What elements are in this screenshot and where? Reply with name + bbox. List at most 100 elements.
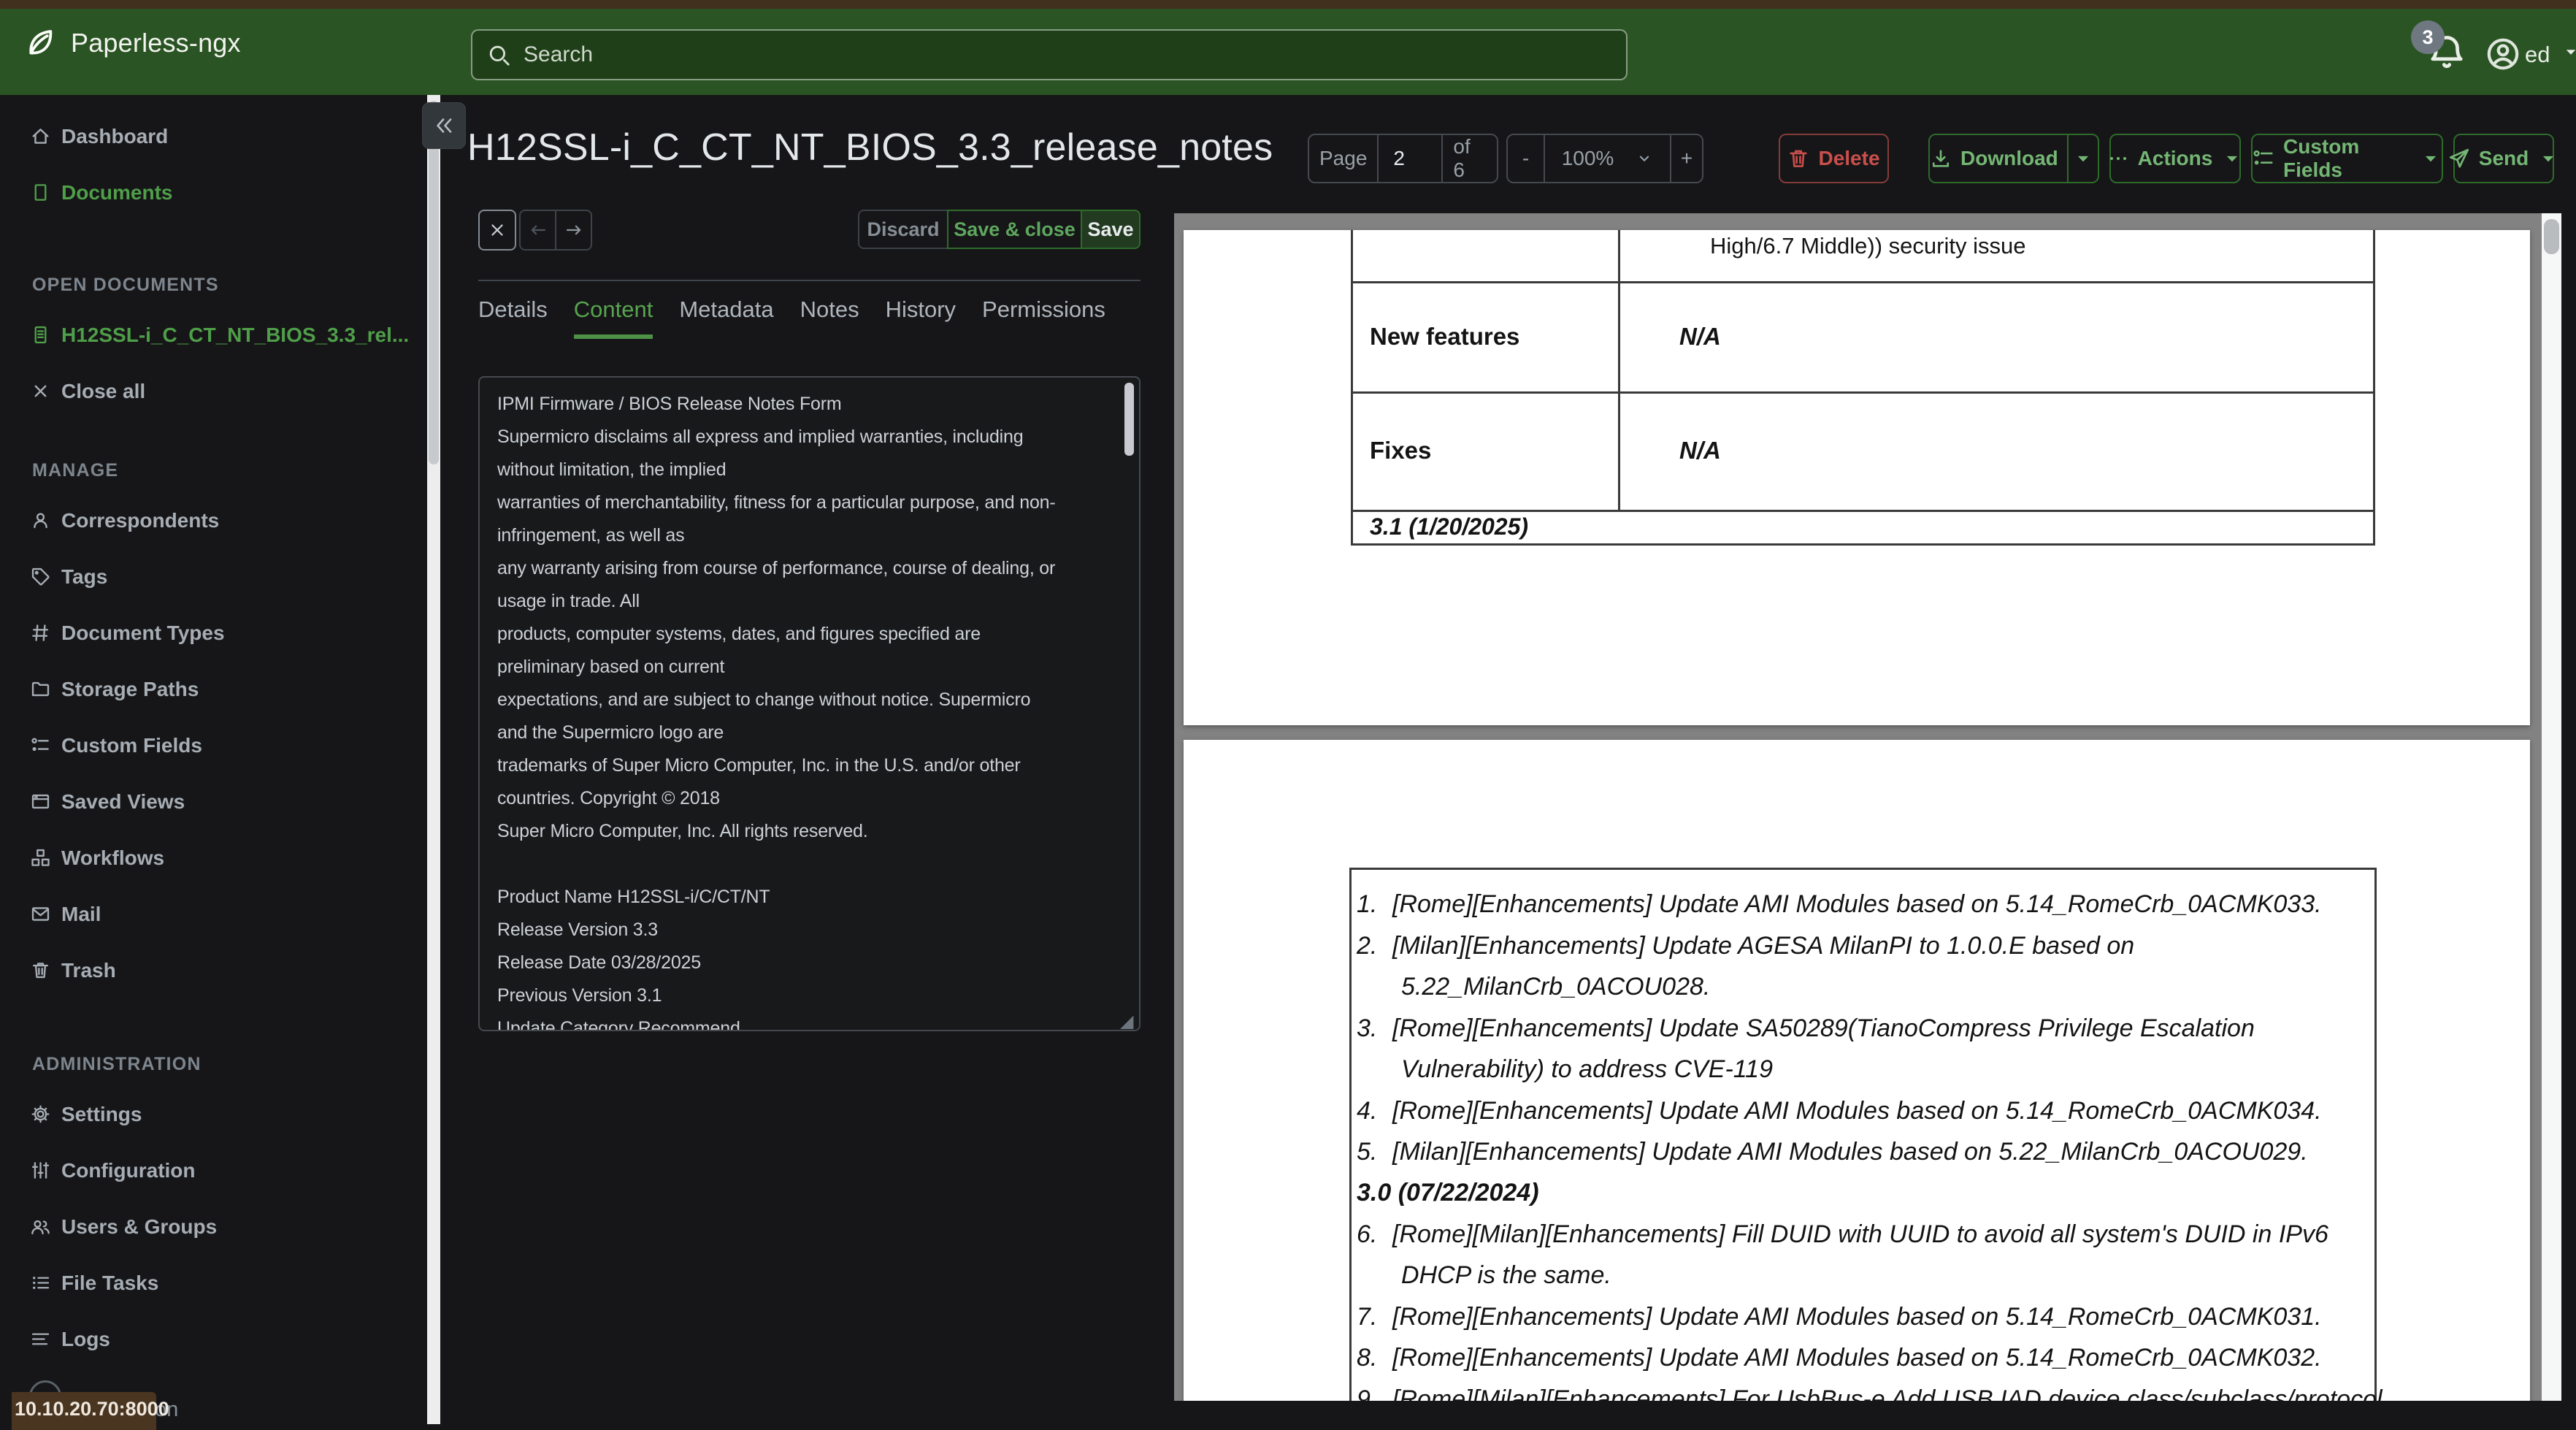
brand-name: Paperless-ngx bbox=[71, 28, 241, 58]
delete-button[interactable]: Delete bbox=[1779, 134, 1889, 183]
sidebar-item-trash[interactable]: Trash bbox=[0, 942, 426, 998]
sidebar-item-file-tasks[interactable]: File Tasks bbox=[0, 1255, 426, 1311]
save-button[interactable]: Save bbox=[1081, 210, 1141, 249]
custom-fields-icon bbox=[2253, 148, 2274, 169]
sidebar-scrollbar-thumb[interactable] bbox=[429, 101, 439, 464]
search-input[interactable] bbox=[522, 42, 1611, 68]
caret-down-icon bbox=[2072, 148, 2094, 169]
pdf-list-number: 7. bbox=[1357, 1302, 1378, 1331]
tab-metadata[interactable]: Metadata bbox=[679, 297, 773, 339]
textarea-scrollbar-thumb[interactable] bbox=[1124, 383, 1134, 456]
discard-button[interactable]: Discard bbox=[858, 210, 948, 249]
pdf-list-text: [Rome][Enhancements] Update AMI Modules … bbox=[1392, 1343, 2322, 1372]
person-icon bbox=[31, 511, 50, 530]
page-label: Page bbox=[1319, 147, 1368, 169]
user-menu-caret-icon[interactable] bbox=[2561, 42, 2576, 61]
download-main[interactable]: Download bbox=[1930, 135, 2058, 182]
tasks-icon bbox=[31, 1273, 50, 1293]
pdf-list-number: 8. bbox=[1357, 1343, 1378, 1372]
sidebar-item-label: Correspondents bbox=[61, 508, 220, 532]
send-button[interactable]: Send bbox=[2449, 134, 2554, 183]
zoom-level-select[interactable]: 100% bbox=[1544, 135, 1670, 182]
pdf-table-row-label: New features bbox=[1370, 322, 1520, 350]
sidebar-item-storage-paths[interactable]: Storage Paths bbox=[0, 661, 426, 717]
sidebar-item-workflows[interactable]: Workflows bbox=[0, 830, 426, 886]
actions-button[interactable]: Actions bbox=[2109, 134, 2241, 183]
sidebar-item-correspondents[interactable]: Correspondents bbox=[0, 492, 426, 548]
brand[interactable]: Paperless-ngx bbox=[24, 0, 241, 86]
preview-scrollbar[interactable] bbox=[2542, 213, 2561, 1401]
sidebar-item-mail[interactable]: Mail bbox=[0, 886, 426, 942]
sidebar-item-label: Trash bbox=[61, 958, 116, 982]
sidebar-item-tags[interactable]: Tags bbox=[0, 548, 426, 605]
global-search[interactable] bbox=[471, 29, 1628, 80]
pdf-list-text: [Rome][Enhancements] Update AMI Modules … bbox=[1392, 890, 2322, 918]
zoom-level-value: 100% bbox=[1561, 147, 1614, 169]
people-icon bbox=[31, 1217, 50, 1236]
fields-icon bbox=[31, 735, 50, 755]
delete-label: Delete bbox=[1818, 147, 1880, 169]
pdf-list-text: 5.22_MilanCrb_0ACOU028. bbox=[1401, 972, 1711, 1001]
previous-document-button[interactable] bbox=[521, 211, 556, 249]
download-button[interactable]: Download bbox=[1928, 134, 2099, 183]
sidebar-item-close-all[interactable]: Close all bbox=[0, 363, 426, 419]
caret-down-icon bbox=[2221, 148, 2243, 169]
username[interactable]: ed bbox=[2525, 42, 2550, 68]
boxes-icon bbox=[31, 848, 50, 868]
sidebar-item-h12ssl-i-c-ct-nt-bios-3-3-rel[interactable]: H12SSL-i_C_CT_NT_BIOS_3.3_rel... bbox=[0, 307, 426, 363]
trash-icon bbox=[1787, 148, 1809, 169]
textarea-resize-handle[interactable]: ◢ bbox=[1120, 1011, 1133, 1032]
search-icon bbox=[487, 43, 510, 66]
next-document-button[interactable] bbox=[556, 211, 591, 249]
sidebar-item-users-groups[interactable]: Users & Groups bbox=[0, 1198, 426, 1255]
doc-nav-arrows bbox=[519, 210, 592, 251]
sidebar-item-label: Documents bbox=[61, 180, 173, 204]
avatar-icon[interactable] bbox=[2485, 37, 2521, 72]
pdf-table-row-label: Fixes bbox=[1370, 437, 1432, 464]
sidebar-item-configuration[interactable]: Configuration bbox=[0, 1142, 426, 1198]
file-text-icon bbox=[31, 325, 50, 345]
pdf-table: High/6.7 Middle)) security issue New fea… bbox=[1351, 230, 2375, 546]
arrow-right-icon bbox=[564, 221, 583, 240]
tab-details[interactable]: Details bbox=[478, 297, 548, 339]
sidebar-item-custom-fields[interactable]: Custom Fields bbox=[0, 717, 426, 773]
pdf-table-top-text: High/6.7 Middle)) security issue bbox=[1710, 233, 2026, 259]
chevron-down-icon bbox=[1636, 150, 1653, 167]
sidebar-item-saved-views[interactable]: Saved Views bbox=[0, 773, 426, 830]
sidebar-item-settings[interactable]: Settings bbox=[0, 1086, 426, 1142]
tab-content[interactable]: Content bbox=[573, 297, 653, 339]
pdf-list-number: 2. bbox=[1357, 931, 1378, 960]
sidebar-item-logs[interactable]: Logs bbox=[0, 1311, 426, 1367]
pdf-list-item: 5. [Milan][Enhancements] Update AMI Modul… bbox=[1184, 1136, 2530, 1168]
trash-icon bbox=[31, 960, 50, 980]
pdf-list-item: DHCP is the same. bbox=[1184, 1259, 2530, 1291]
page-number-input[interactable] bbox=[1389, 147, 1432, 170]
zoom-in-button[interactable]: + bbox=[1670, 135, 1702, 182]
files-icon bbox=[31, 183, 50, 202]
download-dropdown-toggle[interactable] bbox=[2066, 135, 2098, 182]
sidebar-item-document-types[interactable]: Document Types bbox=[0, 605, 426, 661]
tab-permissions[interactable]: Permissions bbox=[982, 297, 1105, 339]
preview-scrollbar-thumb[interactable] bbox=[2544, 219, 2559, 254]
close-editor-button[interactable] bbox=[478, 210, 516, 251]
zoom-out-button[interactable]: - bbox=[1508, 135, 1544, 182]
custom-fields-button[interactable]: Custom Fields bbox=[2251, 134, 2443, 183]
pdf-list-number: 6. bbox=[1357, 1220, 1378, 1248]
tag-icon bbox=[31, 567, 50, 586]
pdf-list-item: 8. [Rome][Enhancements] Update AMI Module… bbox=[1184, 1342, 2530, 1374]
pdf-list-item: 9. [Rome][Milan][Enhancements] For UsbBus… bbox=[1184, 1383, 2530, 1402]
tab-notes[interactable]: Notes bbox=[800, 297, 859, 339]
close-icon bbox=[488, 221, 507, 240]
pdf-list-item: 2. [Milan][Enhancements] Update AGESA Mil… bbox=[1184, 930, 2530, 962]
notification-badge[interactable]: 3 bbox=[2411, 20, 2445, 54]
sidebar-item-documents[interactable]: Documents bbox=[0, 164, 426, 221]
pdf-list-item: 1. [Rome][Enhancements] Update AMI Module… bbox=[1184, 888, 2530, 920]
sidebar-item-dashboard[interactable]: Dashboard bbox=[0, 108, 426, 164]
pdf-list-item: 7. [Rome][Enhancements] Update AMI Module… bbox=[1184, 1301, 2530, 1333]
save-and-close-button[interactable]: Save & close bbox=[947, 210, 1082, 249]
pdf-page-2: High/6.7 Middle)) security issue New fea… bbox=[1184, 230, 2530, 725]
tab-history[interactable]: History bbox=[886, 297, 956, 339]
sidebar-item-label: Document Types bbox=[61, 621, 225, 644]
content-textarea[interactable]: IPMI Firmware / BIOS Release Notes Form … bbox=[478, 376, 1141, 1031]
collapse-sidebar-button[interactable] bbox=[422, 102, 466, 149]
